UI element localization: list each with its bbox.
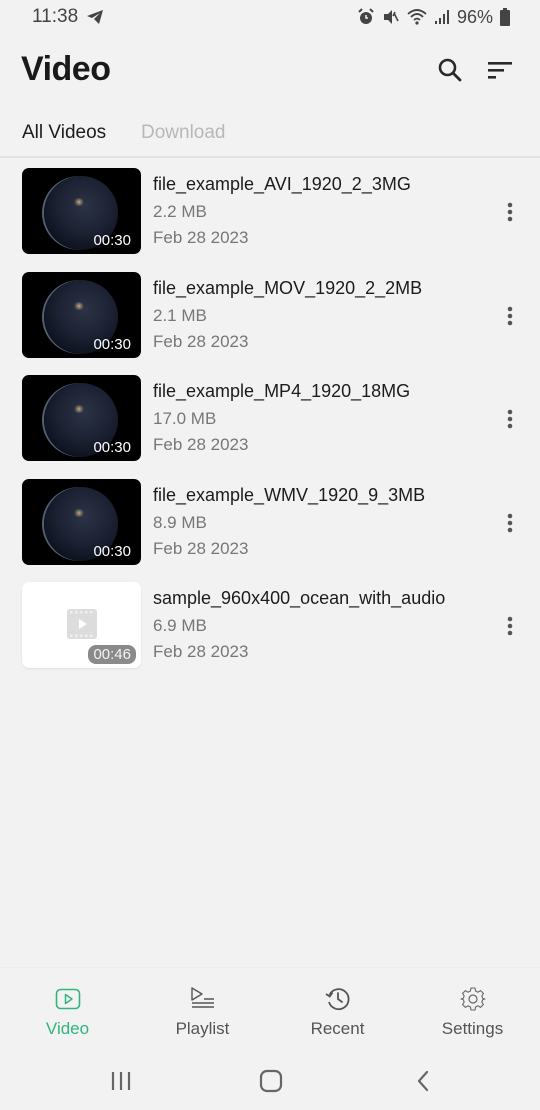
nav-settings[interactable]: Settings [405,968,540,1048]
more-options-button[interactable] [496,196,524,228]
more-options-button[interactable] [496,403,524,435]
video-thumbnail: 00:46 [22,582,141,668]
video-duration: 00:30 [93,232,131,249]
recent-apps-icon [111,1072,131,1090]
video-date: Feb 28 2023 [153,435,249,454]
recent-apps-button[interactable] [106,1066,136,1096]
back-icon [417,1070,429,1092]
video-list: 00:30 file_example_AVI_1920_2_3MG 2.2 MB… [0,168,540,686]
nav-recent[interactable]: Recent [270,968,405,1048]
nav-playlist[interactable]: Playlist [135,968,270,1048]
video-title: file_example_WMV_1920_9_3MB [153,484,426,505]
tab-all-videos[interactable]: All Videos [22,122,106,144]
video-duration: 00:46 [88,645,136,664]
app-header: Video [0,44,540,100]
nav-video[interactable]: Video [0,968,135,1048]
battery-icon [500,8,510,26]
video-size: 17.0 MB [153,409,217,428]
more-vert-icon [507,616,513,636]
system-navigation-bar [0,1050,540,1110]
nav-label: Settings [441,1019,504,1038]
video-thumbnail: 00:30 [22,375,141,461]
video-size: 6.9 MB [153,616,207,635]
nav-label: Playlist [175,1019,230,1038]
mute-icon [382,8,400,26]
video-thumbnail: 00:30 [22,271,141,358]
sort-icon [488,62,512,79]
gear-icon [458,984,488,1014]
history-icon [323,984,353,1014]
tab-bar: All Videos Download [0,118,540,158]
sort-button[interactable] [482,52,518,88]
battery-percent: 96% [456,6,493,27]
search-button[interactable] [432,52,468,88]
wifi-icon [407,8,427,26]
more-options-button[interactable] [496,507,524,539]
more-options-button[interactable] [496,300,524,332]
search-icon [438,58,462,82]
more-options-button[interactable] [496,610,524,642]
video-list-item[interactable]: 00:30 file_example_WMV_1920_9_3MB 8.9 MB… [0,478,540,583]
tab-download[interactable]: Download [141,122,226,144]
video-title: file_example_AVI_1920_2_3MG [153,174,411,194]
video-title: sample_960x400_ocean_with_audio [153,588,446,608]
video-title: file_example_MP4_1920_18MG [153,381,411,401]
video-date: Feb 28 2023 [153,538,249,558]
playlist-icon [188,984,218,1014]
status-left: 11:38 [32,6,104,28]
video-date: Feb 28 2023 [153,331,249,351]
video-list-item[interactable]: 00:30 file_example_MOV_1920_2_2MB 2.1 MB… [0,271,540,376]
status-right: 96% [357,7,510,28]
video-list-item[interactable]: 00:30 file_example_MP4_1920_18MG 17.0 MB… [0,375,540,479]
nav-label: Video [45,1019,90,1038]
video-list-item[interactable]: 00:30 file_example_AVI_1920_2_3MG 2.2 MB… [0,168,540,272]
more-vert-icon [507,202,513,222]
more-vert-icon [507,409,513,429]
more-vert-icon [507,513,513,532]
home-icon [259,1069,283,1093]
video-list-item[interactable]: 00:46 sample_960x400_ocean_with_audio 6.… [0,582,540,686]
signal-icon [434,9,450,25]
status-time: 11:38 [32,6,79,27]
video-thumbnail: 00:30 [22,168,141,254]
video-size: 2.2 MB [153,202,207,221]
back-button[interactable] [408,1066,438,1096]
film-placeholder-icon [67,609,97,639]
video-duration: 00:30 [93,439,131,456]
telegram-icon [86,9,104,25]
video-size: 2.1 MB [153,305,207,325]
video-duration: 00:30 [93,542,131,560]
video-date: Feb 28 2023 [153,228,249,247]
video-date: Feb 28 2023 [153,642,249,661]
video-icon [53,984,83,1014]
status-bar: 11:38 96% [0,0,540,34]
alarm-icon [357,8,375,26]
nav-label: Recent [310,1019,365,1038]
video-title: file_example_MOV_1920_2_2MB [153,277,423,298]
video-size: 8.9 MB [153,512,207,532]
bottom-navigation: Video Playlist Recent Settings [0,967,540,1047]
more-vert-icon [507,306,513,325]
page-title: Video [21,50,111,88]
video-thumbnail: 00:30 [22,478,141,565]
home-button[interactable] [256,1066,286,1096]
video-duration: 00:30 [93,335,131,353]
